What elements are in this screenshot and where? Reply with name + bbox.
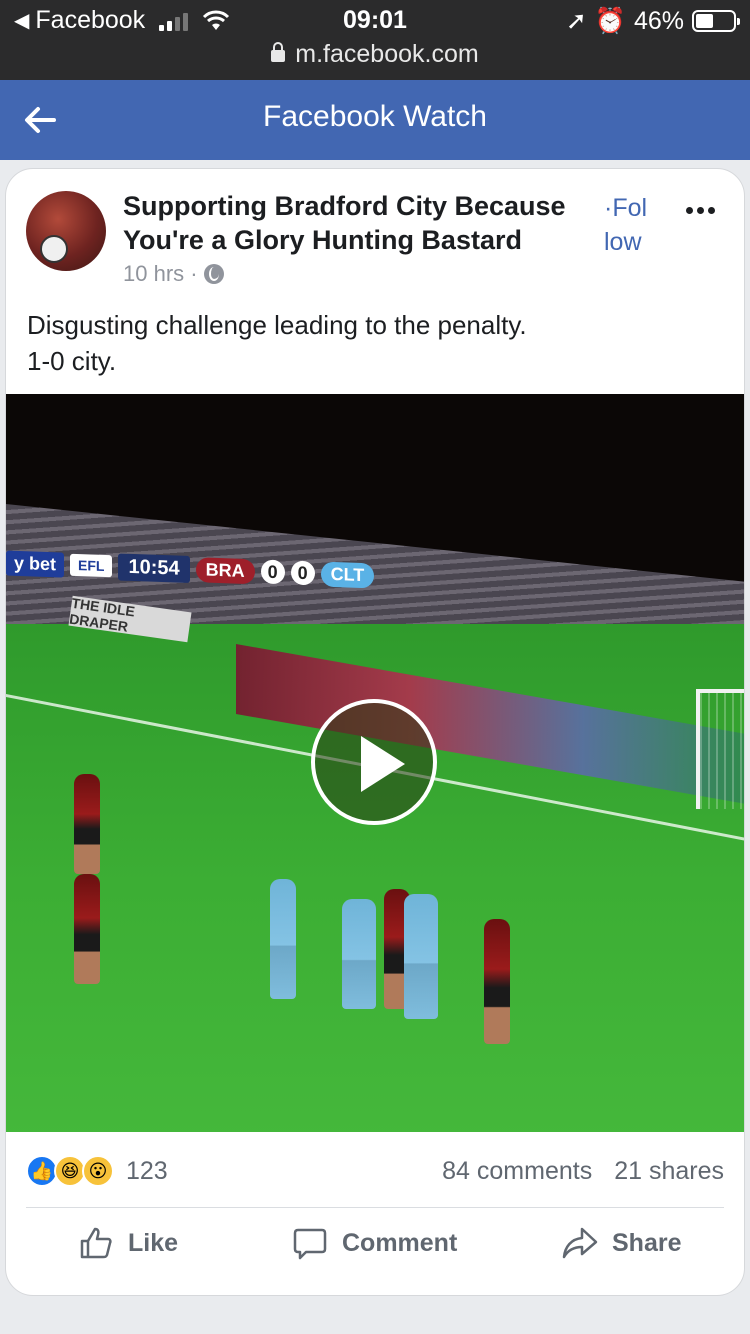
reaction-count: 123 (126, 1156, 168, 1185)
wow-reaction-icon: 😮 (82, 1155, 114, 1187)
goal-net (696, 689, 744, 809)
app-header: Facebook Watch (0, 80, 750, 160)
status-bar: ◀ Facebook 09:01 ➚ ⏰ 46% m.facebook.com (0, 0, 750, 80)
comments-count[interactable]: 84 comments (442, 1157, 592, 1186)
like-button[interactable]: Like (78, 1225, 178, 1261)
follow-button[interactable]: ·Fol low (604, 191, 664, 259)
play-icon[interactable] (311, 699, 437, 825)
sponsor-logo: y bet (6, 550, 65, 578)
player-bradford (484, 919, 510, 1044)
divider (26, 1207, 724, 1208)
football-icon (40, 235, 68, 263)
away-team: CLT (320, 561, 375, 588)
url-text: m.facebook.com (295, 40, 479, 68)
away-score: 0 (290, 560, 315, 586)
share-button[interactable]: Share (562, 1225, 681, 1261)
url-bar[interactable]: m.facebook.com (0, 40, 750, 69)
engagement-counts: 84 comments 21 shares (442, 1157, 724, 1186)
player-bradford (74, 774, 100, 874)
post-time[interactable]: 10 hrs · (123, 261, 198, 287)
lock-icon (271, 42, 286, 62)
avatar[interactable] (26, 191, 106, 271)
player-charlton (270, 879, 296, 999)
player-charlton (342, 899, 376, 1009)
comment-button[interactable]: Comment (292, 1225, 457, 1261)
post-text: Disgusting challenge leading to the pena… (27, 310, 527, 376)
alarm-icon: ⏰ (594, 6, 626, 35)
battery-icon (692, 10, 740, 32)
location-icon: ➚ (565, 7, 587, 35)
share-icon (562, 1227, 598, 1259)
home-score: 0 (260, 559, 285, 585)
status-right: ➚ ⏰ 46% (565, 6, 740, 36)
thumbs-up-icon (80, 1227, 112, 1259)
globe-icon (203, 264, 224, 284)
match-clock: 10:54 (118, 552, 190, 583)
battery-percent: 46% (633, 6, 684, 35)
comment-icon (293, 1228, 327, 1260)
player-charlton (404, 894, 438, 1019)
home-team: BRA (195, 556, 255, 584)
follow-label: ·Fol low (604, 194, 648, 256)
comment-label: Comment (342, 1228, 458, 1257)
post-actions: Like Comment Share (6, 1211, 744, 1281)
player-bradford (74, 874, 100, 984)
like-label: Like (128, 1228, 179, 1257)
league-logo: EFL (70, 553, 113, 578)
more-options-icon[interactable] (678, 195, 722, 225)
shares-count[interactable]: 21 shares (614, 1157, 724, 1186)
header-title: Facebook Watch (263, 100, 487, 133)
reactions-summary[interactable]: 👍 😆 😮 123 (26, 1155, 168, 1187)
share-label: Share (612, 1228, 682, 1257)
post-card: Supporting Bradford City Because You're … (5, 168, 745, 1296)
video-player[interactable]: y bet EFL 10:54 BRA 0 0 CLT THE IDLE DRA… (6, 394, 744, 1132)
page-name-link[interactable]: Supporting Bradford City Because You're … (123, 189, 593, 257)
post-meta: 10 hrs · (123, 261, 224, 287)
